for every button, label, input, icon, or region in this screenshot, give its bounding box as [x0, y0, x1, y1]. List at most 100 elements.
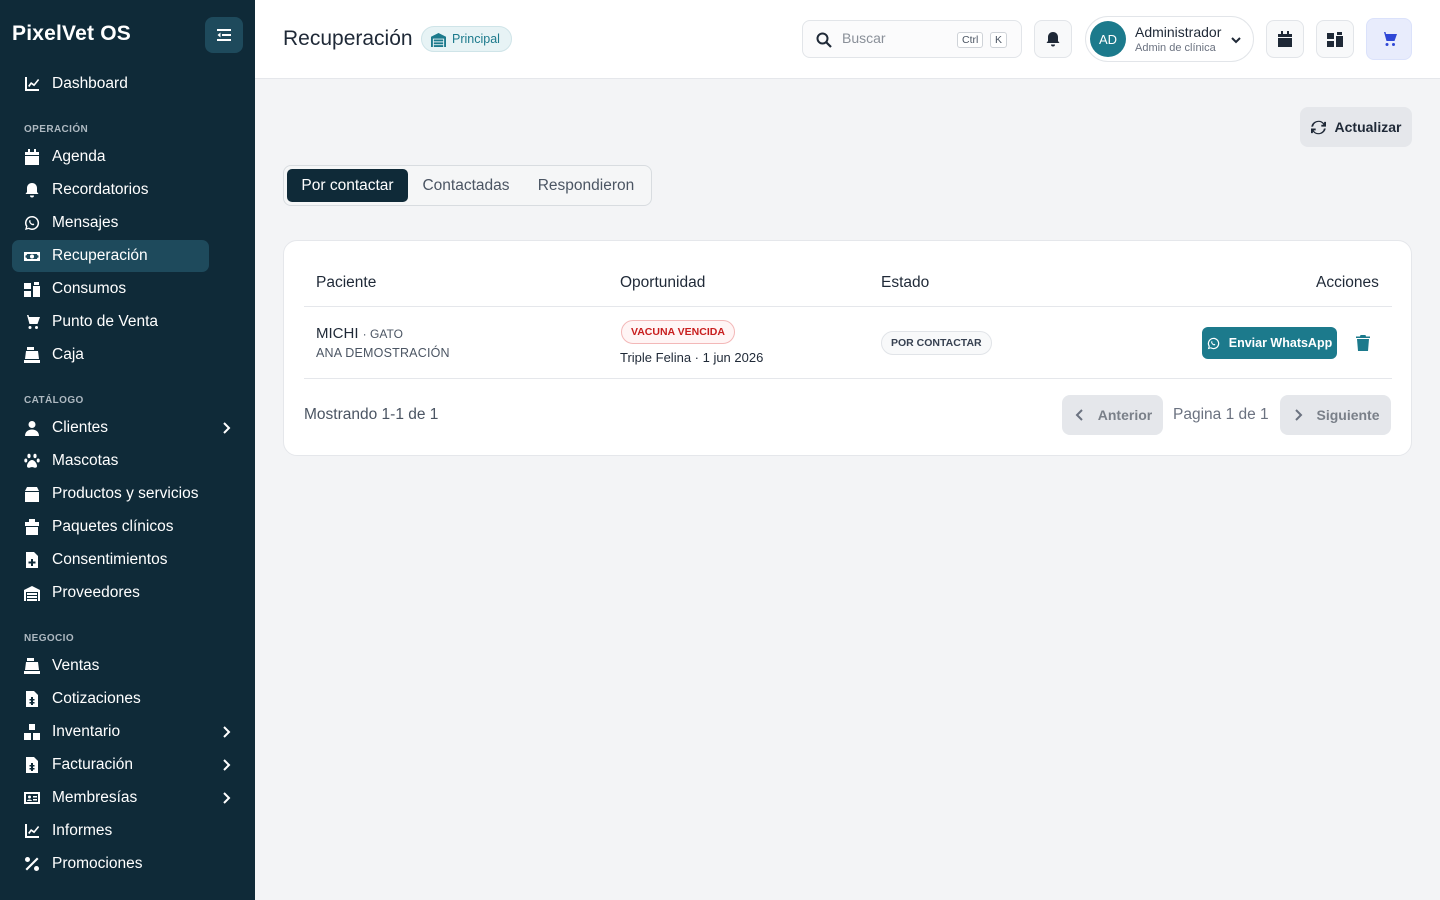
calendar-icon	[24, 149, 40, 165]
sidebar-item-promociones[interactable]: Promociones	[12, 848, 209, 880]
send-whatsapp-label: Enviar WhatsApp	[1228, 336, 1333, 350]
delete-button[interactable]	[1356, 335, 1370, 351]
sidebar-item-label: Consumos	[52, 280, 127, 297]
chart-line-icon	[24, 823, 40, 839]
notifications-button[interactable]	[1034, 20, 1072, 58]
id-card-icon	[24, 790, 40, 806]
sidebar-item-recordatorios[interactable]: Recordatorios	[12, 174, 209, 206]
bell-icon	[1046, 32, 1060, 47]
status-tabs: Por contactar Contactadas Respondieron	[283, 165, 652, 206]
sidebar-item-label: Facturación	[52, 756, 133, 773]
package-icon	[24, 519, 40, 535]
file-medical-icon	[24, 552, 40, 568]
point-of-sale-button[interactable]	[1366, 18, 1412, 60]
tab-por-contactar[interactable]: Por contactar	[287, 169, 408, 202]
sidebar-item-facturacion[interactable]: Facturación	[12, 749, 231, 781]
owner-name: ANA DEMOSTRACIÓN	[316, 346, 450, 360]
calendar-icon	[1278, 31, 1292, 47]
money-icon	[24, 248, 40, 264]
sidebar-item-proveedores[interactable]: Proveedores	[12, 577, 209, 609]
chevron-right-icon	[219, 758, 233, 772]
collapse-sidebar-button[interactable]	[205, 17, 243, 53]
consumption-button[interactable]	[1316, 20, 1354, 58]
branch-label: Principal	[452, 32, 500, 46]
sidebar-item-label: Membresías	[52, 789, 138, 806]
sidebar-item-label: Cotizaciones	[52, 690, 141, 707]
divider	[304, 306, 1392, 307]
boxes-stacked-icon	[24, 724, 40, 740]
send-whatsapp-button[interactable]: Enviar WhatsApp	[1202, 327, 1337, 359]
page-indicator: Pagina 1 de 1	[1173, 406, 1269, 423]
previous-page-button[interactable]: Anterior	[1062, 395, 1163, 435]
user-role: Admin de clínica	[1135, 42, 1216, 54]
opportunity-detail: Triple Felina · 1 jun 2026	[620, 350, 764, 365]
sidebar-item-membresias[interactable]: Membresías	[12, 782, 231, 814]
sidebar-item-consentimientos[interactable]: Consentimientos	[12, 544, 209, 576]
sidebar-item-dashboard[interactable]: Dashboard	[12, 68, 209, 100]
pagination-summary: Mostrando 1-1 de 1	[304, 406, 439, 423]
sidebar-item-paquetes[interactable]: Paquetes clínicos	[12, 511, 209, 543]
refresh-button[interactable]: Actualizar	[1300, 107, 1412, 147]
chart-line-icon	[24, 76, 40, 92]
branch-badge[interactable]: Principal	[421, 26, 512, 52]
sidebar-item-informes[interactable]: Informes	[12, 815, 209, 847]
sidebar-item-label: Caja	[52, 346, 84, 363]
sidebar-item-ventas[interactable]: Ventas	[12, 650, 209, 682]
next-page-button[interactable]: Siguiente	[1280, 395, 1391, 435]
search-input[interactable]	[842, 30, 942, 46]
section-catalogo: CATÁLOGO	[24, 395, 84, 406]
top-bar: Recuperación Principal Ctrl K AD Adminis…	[255, 0, 1440, 79]
sidebar-item-mascotas[interactable]: Mascotas	[12, 445, 209, 477]
cart-icon	[1381, 32, 1397, 46]
sidebar-item-label: Paquetes clínicos	[52, 518, 174, 535]
status-badge: POR CONTACTAR	[881, 331, 992, 355]
patient-name[interactable]: MICHI	[316, 325, 359, 342]
cash-register-icon	[24, 347, 40, 363]
sidebar-item-inventario[interactable]: Inventario	[12, 716, 231, 748]
previous-label: Anterior	[1097, 407, 1153, 423]
tab-respondieron[interactable]: Respondieron	[524, 169, 648, 202]
sidebar-item-consumos[interactable]: Consumos	[12, 273, 209, 305]
next-label: Siguiente	[1316, 407, 1380, 423]
shortcut-ctrl-key: Ctrl	[957, 32, 984, 48]
invoice-dollar-icon	[24, 691, 40, 707]
sidebar-item-label: Productos y servicios	[52, 485, 199, 502]
boxes-icon	[24, 281, 40, 297]
sidebar-item-clientes[interactable]: Clientes	[12, 412, 231, 444]
sidebar-item-cotizaciones[interactable]: Cotizaciones	[12, 683, 209, 715]
sidebar-item-label: Mensajes	[52, 214, 119, 231]
sidebar-item-label: Agenda	[52, 148, 106, 165]
brand-logo: PixelVet OS	[12, 22, 131, 45]
search-box[interactable]: Ctrl K	[802, 20, 1022, 58]
page-title: Recuperación	[283, 27, 413, 50]
whatsapp-icon	[1207, 337, 1220, 349]
sidebar-item-label: Consentimientos	[52, 551, 168, 568]
sidebar-item-label: Recordatorios	[52, 181, 149, 198]
warehouse-icon	[431, 32, 446, 47]
sidebar-item-agenda[interactable]: Agenda	[12, 141, 209, 173]
sidebar-item-recuperacion[interactable]: Recuperación	[12, 240, 209, 272]
invoice-icon	[24, 757, 40, 773]
indent-icon	[217, 29, 231, 41]
sidebar-item-label: Proveedores	[52, 584, 140, 601]
sidebar-item-label: Informes	[52, 822, 113, 839]
sidebar-item-punto-de-venta[interactable]: Punto de Venta	[12, 306, 209, 338]
avatar: AD	[1090, 21, 1126, 57]
calendar-button[interactable]	[1266, 20, 1304, 58]
sidebar-item-label: Promociones	[52, 855, 143, 872]
sidebar-item-productos[interactable]: Productos y servicios	[12, 478, 209, 510]
trash-icon	[1356, 335, 1370, 351]
sidebar-item-label: Mascotas	[52, 452, 119, 469]
sidebar-item-label: Ventas	[52, 657, 100, 674]
box-icon	[24, 486, 40, 502]
recovery-table-card: Paciente Oportunidad Estado Acciones MIC…	[283, 240, 1412, 456]
sidebar-item-label: Dashboard	[52, 75, 128, 92]
tab-contactadas[interactable]: Contactadas	[408, 169, 524, 202]
section-operacion: OPERACIÓN	[24, 124, 89, 135]
sidebar-item-mensajes[interactable]: Mensajes	[12, 207, 209, 239]
sidebar-item-label: Punto de Venta	[52, 313, 159, 330]
sidebar-item-caja[interactable]: Caja	[12, 339, 209, 371]
user-menu[interactable]: AD Administrador Admin de clínica	[1085, 16, 1254, 62]
patient-cell: MICHI · GATO	[316, 325, 403, 342]
sidebar-item-label: Recuperación	[52, 247, 148, 264]
